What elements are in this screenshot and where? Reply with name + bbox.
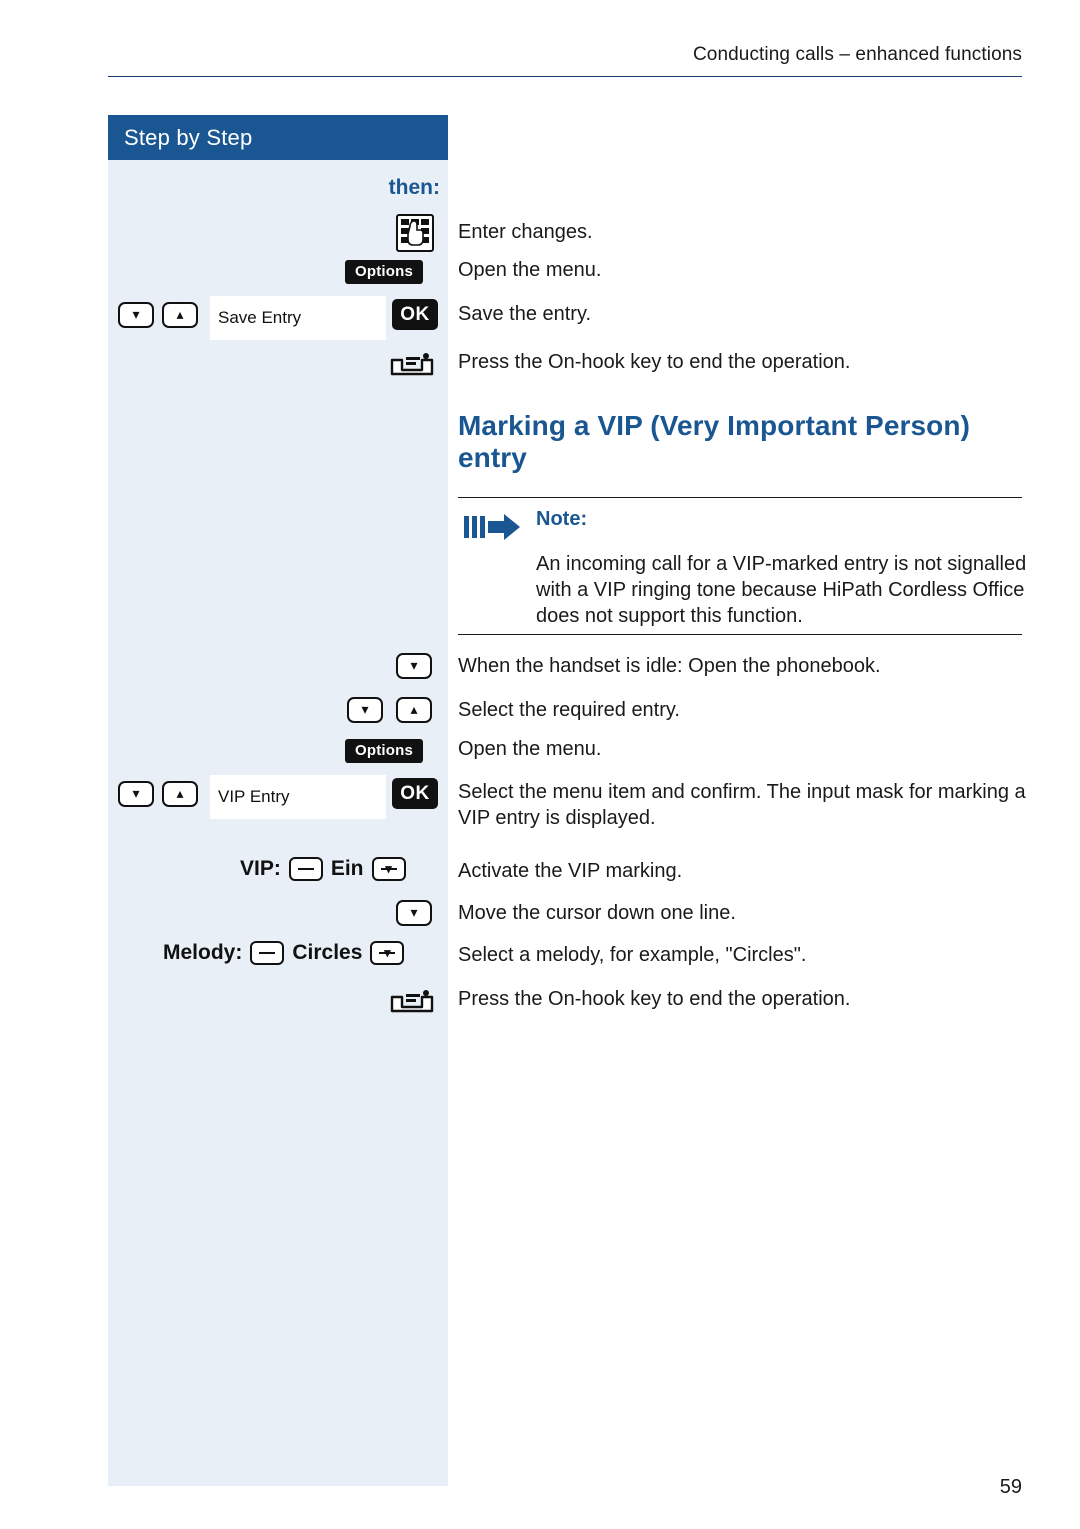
header-divider [108, 76, 1022, 77]
nav-down-key-1[interactable]: ▾ [118, 302, 154, 328]
nav-up-key-3[interactable]: ▴ [396, 697, 432, 723]
nav-up-key-4[interactable]: ▴ [162, 781, 198, 807]
down-arrow-icon: ▾ [132, 786, 140, 802]
melody-field-label: Melody: [163, 941, 243, 964]
instruction-save-entry: Save the entry. [458, 303, 592, 325]
right-soft-key-1[interactable]: ▾ [371, 857, 406, 881]
instruction-on-hook-1: Press the On-hook key to end the operati… [458, 351, 851, 373]
then-label: then: [388, 176, 440, 199]
note-title: Note: [536, 508, 588, 530]
vip-field-value: Ein [330, 857, 364, 880]
instruction-select-melody: Select a melody, for example, "Circles". [458, 944, 807, 966]
instruction-select-confirm: Select the menu item and confirm. The in… [458, 781, 1026, 829]
left-rocker-key-1[interactable] [288, 857, 323, 881]
down-arrow-icon: ▾ [361, 702, 369, 718]
nav-down-key-2[interactable]: ▾ [396, 653, 432, 679]
instruction-select-entry: Select the required entry. [458, 699, 680, 721]
vip-field-label: VIP: [240, 857, 281, 880]
step-by-step-title: Step by Step [108, 115, 448, 160]
options-softkey-2[interactable]: Options [345, 739, 424, 763]
options-softkey-1[interactable]: Options [345, 260, 424, 284]
instruction-open-menu-1: Open the menu. [458, 259, 602, 281]
down-arrow-icon: ▾ [410, 905, 418, 921]
page-number: 59 [999, 1476, 1022, 1498]
down-arrow-icon: ▾ [132, 307, 140, 323]
ok-key-1[interactable]: OK [392, 299, 438, 330]
on-hook-key-1[interactable] [388, 350, 434, 378]
down-arrow-icon: ▾ [410, 658, 418, 674]
display-vip-entry: VIP Entry [210, 775, 386, 819]
melody-field-value: Circles [292, 941, 363, 964]
instruction-enter-changes: Enter changes. [458, 221, 593, 243]
vip-field-row: VIP: Ein ▾ [240, 857, 414, 881]
nav-up-key-1[interactable]: ▴ [162, 302, 198, 328]
nav-down-key-3[interactable]: ▾ [347, 697, 383, 723]
right-soft-key-2[interactable]: ▾ [370, 941, 405, 965]
up-arrow-icon: ▴ [176, 307, 184, 323]
up-arrow-icon: ▴ [176, 786, 184, 802]
nav-down-key-5[interactable]: ▾ [396, 900, 432, 926]
melody-field-row: Melody: Circles ▾ [163, 941, 412, 965]
running-header: Conducting calls – enhanced functions [692, 44, 1022, 65]
chapter-heading: Marking a VIP (Very Important Person) en… [458, 410, 970, 473]
up-arrow-icon: ▴ [410, 702, 418, 718]
instruction-move-cursor: Move the cursor down one line. [458, 902, 736, 924]
note-arrow-icon [464, 512, 522, 542]
left-rocker-key-2[interactable] [250, 941, 285, 965]
on-hook-key-2[interactable] [388, 987, 434, 1015]
instruction-open-phonebook: When the handset is idle: Open the phone… [458, 655, 881, 677]
note-divider-bottom [458, 634, 1022, 635]
note-divider-top [458, 497, 1022, 498]
nav-down-key-4[interactable]: ▾ [118, 781, 154, 807]
keypad-icon [396, 214, 434, 252]
ok-key-2[interactable]: OK [392, 778, 438, 809]
display-save-entry: Save Entry [210, 296, 386, 340]
note-body: An incoming call for a VIP-marked entry … [536, 553, 1027, 627]
instruction-open-menu-2: Open the menu. [458, 738, 602, 760]
instruction-activate-vip: Activate the VIP marking. [458, 860, 683, 882]
instruction-on-hook-2: Press the On-hook key to end the operati… [458, 988, 851, 1010]
